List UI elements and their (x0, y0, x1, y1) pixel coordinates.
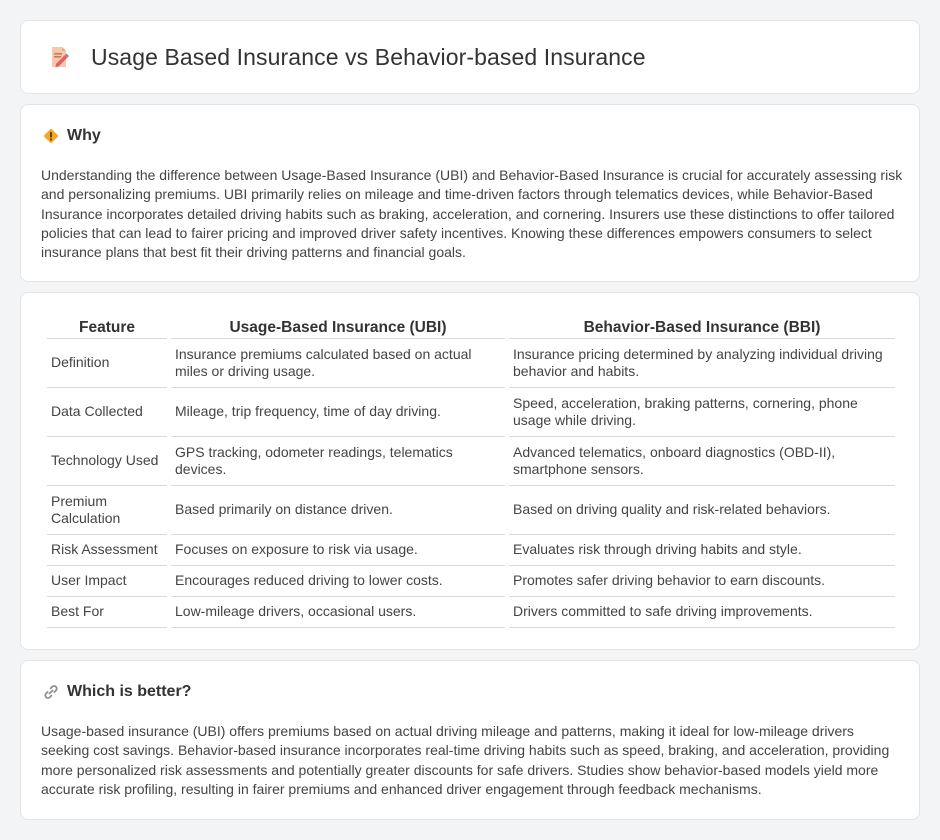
comparison-table: Feature Usage-Based Insurance (UBI) Beha… (43, 317, 899, 628)
page-title: Usage Based Insurance vs Behavior-based … (91, 43, 646, 70)
why-section: Why Understanding the difference between… (20, 104, 920, 282)
better-heading: Which is better? (67, 683, 192, 700)
table-row: User Impact Encourages reduced driving t… (47, 566, 895, 597)
header-ubi: Usage-Based Insurance (UBI) (171, 317, 505, 339)
feature-cell: Definition (47, 339, 167, 388)
table-row: Risk Assessment Focuses on exposure to r… (47, 535, 895, 566)
ubi-cell: Encourages reduced driving to lower cost… (171, 566, 505, 597)
feature-cell: User Impact (47, 566, 167, 597)
table-header-row: Feature Usage-Based Insurance (UBI) Beha… (47, 317, 895, 339)
ubi-cell: Low-mileage drivers, occasional users. (171, 597, 505, 628)
bbi-cell: Based on driving quality and risk-relate… (509, 486, 895, 535)
bbi-cell: Insurance pricing determined by analyzin… (509, 339, 895, 388)
ubi-cell: Focuses on exposure to risk via usage. (171, 535, 505, 566)
bbi-cell: Advanced telematics, onboard diagnostics… (509, 437, 895, 486)
feature-cell: Data Collected (47, 388, 167, 437)
bbi-cell: Drivers committed to safe driving improv… (509, 597, 895, 628)
table-row: Data Collected Mileage, trip frequency, … (47, 388, 895, 437)
feature-cell: Risk Assessment (47, 535, 167, 566)
header-bbi: Behavior-Based Insurance (BBI) (509, 317, 895, 339)
ubi-cell: Based primarily on distance driven. (171, 486, 505, 535)
feature-cell: Premium Calculation (47, 486, 167, 535)
better-paragraph: Usage-based insurance (UBI) offers premi… (41, 723, 890, 797)
title-card: Usage Based Insurance vs Behavior-based … (20, 20, 920, 94)
bbi-cell: Evaluates risk through driving habits an… (509, 535, 895, 566)
which-is-better-section: Which is better? Usage-based insurance (… (20, 660, 920, 820)
header-feature: Feature (47, 317, 167, 339)
table-row: Technology Used GPS tracking, odometer r… (47, 437, 895, 486)
feature-cell: Best For (47, 597, 167, 628)
ubi-cell: Mileage, trip frequency, time of day dri… (171, 388, 505, 437)
table-row: Premium Calculation Based primarily on d… (47, 486, 895, 535)
document-edit-icon (47, 45, 71, 69)
table-row: Best For Low-mileage drivers, occasional… (47, 597, 895, 628)
feature-cell: Technology Used (47, 437, 167, 486)
table-row: Definition Insurance premiums calculated… (47, 339, 895, 388)
warning-diamond-icon (43, 128, 59, 144)
bbi-cell: Speed, acceleration, braking patterns, c… (509, 388, 895, 437)
ubi-cell: Insurance premiums calculated based on a… (171, 339, 505, 388)
bbi-cell: Promotes safer driving behavior to earn … (509, 566, 895, 597)
comparison-card: Feature Usage-Based Insurance (UBI) Beha… (20, 292, 920, 650)
why-paragraph: Understanding the difference between Usa… (41, 167, 903, 261)
why-heading: Why (67, 127, 101, 144)
ubi-cell: GPS tracking, odometer readings, telemat… (171, 437, 505, 486)
link-icon (43, 684, 59, 700)
